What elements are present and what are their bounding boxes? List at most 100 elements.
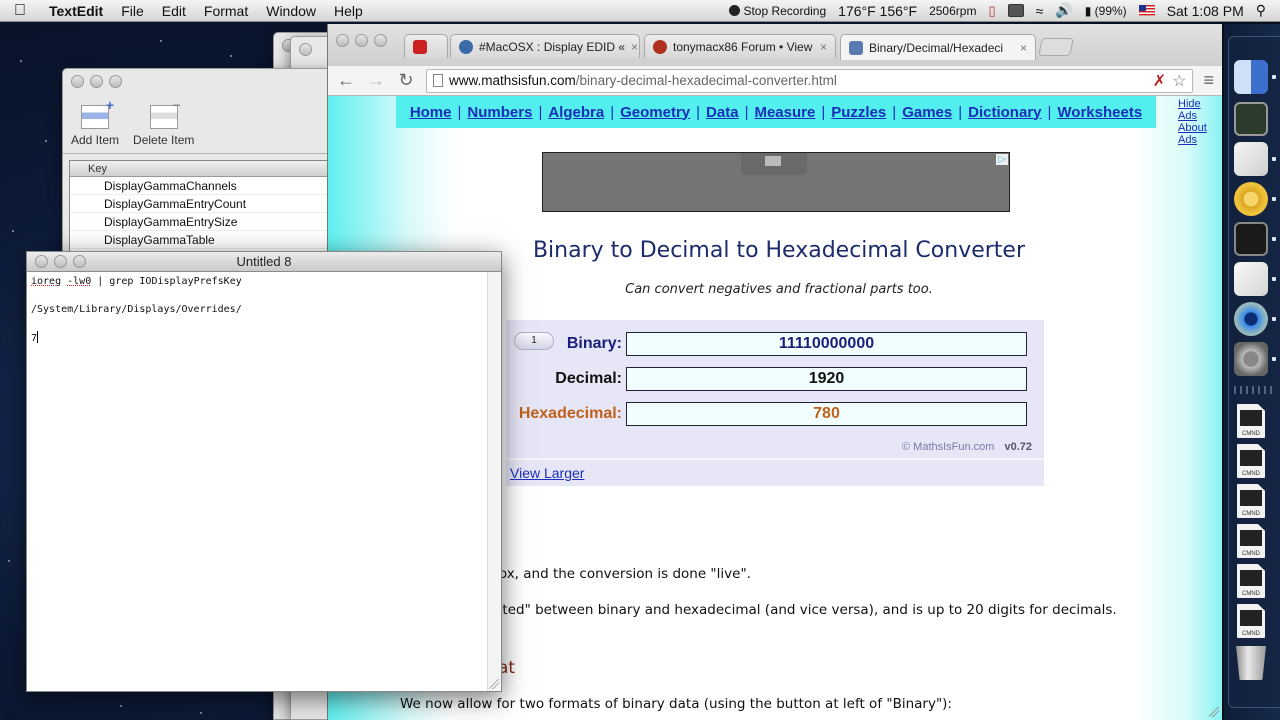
resize-handle[interactable] [489, 679, 499, 689]
input-source-flag-icon[interactable] [1138, 5, 1155, 16]
plist-editor-icon[interactable] [1234, 142, 1268, 176]
url-path: /binary-decimal-hexadecimal-converter.ht… [575, 73, 837, 88]
title-bar[interactable]: Untitled 8 [27, 252, 501, 272]
credit-text[interactable]: © MathsIsFun.com [902, 441, 994, 453]
minimize-button[interactable] [355, 34, 368, 47]
plist-editor-window: + Add Item − Delete Item Key DisplayGamm… [62, 68, 342, 268]
quicktime-icon[interactable] [1234, 302, 1268, 336]
table-row[interactable]: DisplayGammaEntrySize [70, 213, 340, 231]
table-row[interactable]: DisplayGammaChannels [70, 177, 340, 195]
zoom-button[interactable] [374, 34, 387, 47]
nav-link-games[interactable]: Games [902, 104, 952, 121]
menu-file[interactable]: File [112, 3, 153, 19]
column-header-key[interactable]: Key [70, 161, 340, 177]
activity-monitor-icon[interactable] [1234, 102, 1268, 136]
terminal-icon[interactable] [1234, 222, 1268, 256]
close-button[interactable] [336, 34, 349, 47]
window-controls [27, 252, 94, 271]
close-button[interactable] [71, 75, 84, 88]
zoom-button[interactable] [109, 75, 122, 88]
table-row[interactable]: DisplayGammaTable [70, 231, 340, 249]
menu-help[interactable]: Help [325, 3, 372, 19]
cmnd-file-icon[interactable]: CMND [1237, 444, 1265, 478]
nav-link-numbers[interactable]: Numbers [467, 104, 532, 121]
trash-icon[interactable] [1236, 646, 1266, 680]
binary-input[interactable]: 11110000000 [626, 332, 1027, 356]
clock[interactable]: Sat 1:08 PM [1167, 3, 1244, 19]
about-ads-link[interactable]: About Ads [1178, 122, 1220, 146]
stop-recording-label: Stop Recording [743, 3, 827, 18]
cmnd-file-icon[interactable]: CMND [1237, 484, 1265, 518]
cmnd-file-icon[interactable]: CMND [1237, 604, 1265, 638]
tab-label: #MacOSX : Display EDID « [479, 39, 626, 54]
spotlight-search-icon[interactable]: ⚲ [1256, 2, 1266, 19]
delete-item-button[interactable]: − Delete Item [133, 97, 194, 147]
nav-link-data[interactable]: Data [706, 104, 739, 121]
zoom-button[interactable] [73, 255, 86, 268]
bookmark-star-icon[interactable]: ☆ [1172, 71, 1186, 91]
adchoices-icon[interactable]: ▷ [996, 154, 1008, 165]
finder-icon[interactable] [1234, 60, 1268, 94]
table-row[interactable]: DisplayGammaEntryCount [70, 195, 340, 213]
hide-ads-link[interactable]: Hide Ads [1178, 98, 1220, 122]
star [8, 560, 10, 562]
reload-button[interactable]: ↻ [396, 70, 416, 91]
close-button[interactable] [35, 255, 48, 268]
menu-app-name[interactable]: TextEdit [40, 3, 112, 19]
tab-label: tonymacx86 Forum • View [673, 39, 813, 54]
system-preferences-icon[interactable] [1234, 342, 1268, 376]
decimal-input[interactable]: 1920 [626, 367, 1027, 391]
tab-close-icon[interactable]: × [1020, 41, 1027, 55]
tab-youtube[interactable] [404, 34, 448, 58]
display-icon[interactable] [1007, 4, 1024, 17]
decimal-row: Decimal: 1920 [506, 367, 1027, 391]
nav-link-algebra[interactable]: Algebra [548, 104, 604, 121]
tab-macosx-display-edid[interactable]: #MacOSX : Display EDID « × [450, 34, 640, 58]
resize-handle[interactable] [1209, 707, 1219, 717]
minimize-button[interactable] [54, 255, 67, 268]
text-area[interactable]: ioreg -lw0 | grep IODisplayPrefsKey /Sys… [27, 272, 487, 691]
nav-link-home[interactable]: Home [410, 104, 452, 121]
view-larger-link[interactable]: View Larger [510, 465, 584, 481]
ad-image [741, 153, 807, 175]
chrome-menu-icon[interactable]: ≡ [1203, 70, 1214, 91]
back-button[interactable]: ← [336, 70, 356, 91]
version-text: v0.72 [1004, 441, 1032, 453]
close-button[interactable] [299, 43, 312, 56]
new-tab-button[interactable] [1038, 38, 1074, 56]
cmnd-file-icon[interactable]: CMND [1237, 524, 1265, 558]
hex-input[interactable]: 780 [626, 402, 1027, 426]
menu-window[interactable]: Window [257, 3, 325, 19]
volume-icon[interactable]: 🔊 [1055, 2, 1072, 19]
vertical-scrollbar[interactable] [487, 272, 501, 691]
ad-banner[interactable]: ▷ [542, 152, 1010, 212]
tab-tonymacx86-forum[interactable]: tonymacx86 Forum • View × [644, 34, 836, 58]
add-item-button[interactable]: + Add Item [71, 97, 119, 147]
tab-close-icon[interactable]: × [820, 40, 827, 54]
nav-link-dictionary[interactable]: Dictionary [968, 104, 1041, 121]
nav-link-measure[interactable]: Measure [754, 104, 815, 121]
tab-binary-decimal-hex[interactable]: Binary/Decimal/Hexadeci × [840, 34, 1036, 60]
decimal-label: Decimal: [555, 370, 622, 387]
forward-button[interactable]: → [366, 70, 386, 91]
temperature-readout[interactable]: 176°F 156°F [838, 3, 917, 19]
nav-link-geometry[interactable]: Geometry [620, 104, 690, 121]
menu-edit[interactable]: Edit [153, 3, 195, 19]
minimize-button[interactable] [90, 75, 103, 88]
stop-recording-item[interactable]: Stop Recording [729, 4, 826, 18]
apple-menu-icon[interactable]:  [0, 2, 40, 20]
battery-status[interactable]: ▮ (99%) [1085, 4, 1127, 18]
tab-close-icon[interactable]: × [631, 40, 638, 54]
cmnd-file-icon[interactable]: CMND [1237, 404, 1265, 438]
time-machine-icon[interactable]: ▯ [988, 3, 995, 19]
cmnd-file-icon[interactable]: CMND [1237, 564, 1265, 598]
wifi-icon[interactable]: ≈ [1036, 3, 1044, 19]
address-bar[interactable]: www.mathsisfun.com/binary-decimal-hexade… [426, 68, 1194, 93]
nav-link-puzzles[interactable]: Puzzles [831, 104, 886, 121]
menu-format[interactable]: Format [195, 3, 257, 19]
fan-readout[interactable]: 2506rpm [929, 4, 976, 18]
nav-link-worksheets[interactable]: Worksheets [1057, 104, 1142, 121]
textedit-icon[interactable] [1234, 262, 1268, 296]
blocked-popup-icon[interactable]: ✗ [1153, 71, 1166, 91]
chrome-icon[interactable] [1234, 182, 1268, 216]
